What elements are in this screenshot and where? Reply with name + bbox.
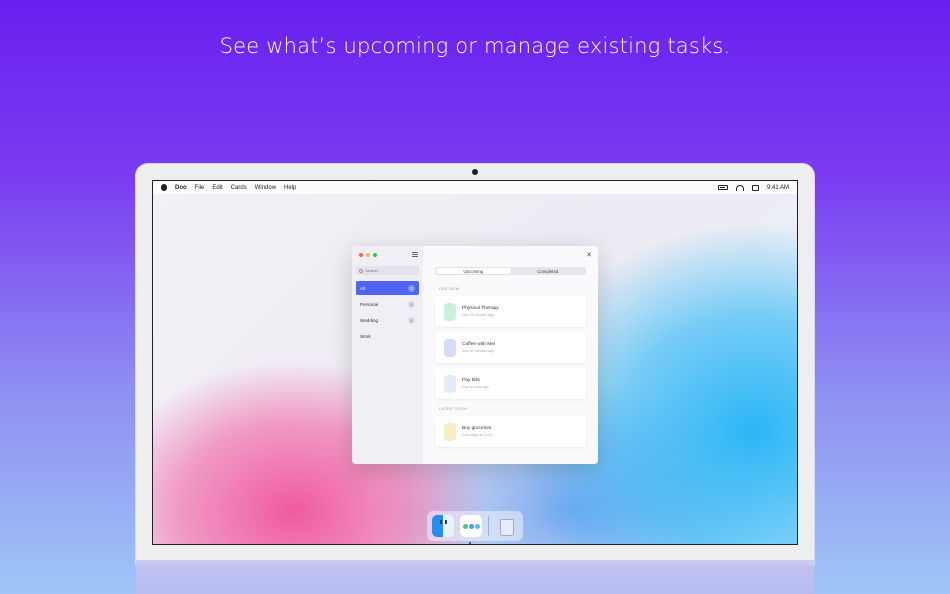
wifi-icon[interactable] xyxy=(735,184,744,191)
task-subtitle: Due an hour ago xyxy=(462,385,489,389)
tab-completed[interactable]: Completed xyxy=(511,268,586,274)
sidebar-item-label: Wedding xyxy=(360,317,379,323)
doo-app-icon[interactable] xyxy=(460,515,482,537)
task-title: Coffee with Mel xyxy=(462,342,495,347)
minimize-window-button[interactable] xyxy=(366,253,370,257)
menu-bar: Doo File Edit Cards Window Help 9:41 AM xyxy=(153,181,797,194)
sidebar-item-label: Personal xyxy=(360,301,379,307)
search-box[interactable] xyxy=(356,266,419,275)
camera-icon xyxy=(472,169,478,175)
menu-help[interactable]: Help xyxy=(284,185,296,191)
dock xyxy=(427,511,523,541)
trash-icon[interactable] xyxy=(495,515,517,537)
search-input[interactable] xyxy=(365,268,413,273)
sidebar-item-work[interactable]: Work xyxy=(356,329,419,343)
task-title: Buy groceries xyxy=(462,426,492,431)
menu-window[interactable]: Window xyxy=(255,185,276,191)
window-controls xyxy=(359,253,419,257)
sidebar-item-wedding[interactable]: Wedding 1 xyxy=(356,313,419,327)
apple-icon[interactable] xyxy=(161,184,167,191)
task-card[interactable]: Physical Therapy Due 25 minutes ago xyxy=(435,296,586,327)
task-color-swatch xyxy=(444,422,456,441)
sidebar-item-label: Work xyxy=(360,333,371,339)
task-color-swatch xyxy=(444,374,456,393)
task-color-swatch xyxy=(444,302,456,321)
dock-divider xyxy=(488,516,489,536)
control-center-icon[interactable] xyxy=(751,184,759,191)
main-panel: ✕ Upcoming Completed DUE NOW Physical Th… xyxy=(423,246,598,464)
search-icon xyxy=(359,268,363,273)
list-nav: All 3 Personal 2 Wedding 1 Work xyxy=(356,281,419,343)
task-title: Pay bills xyxy=(462,378,480,383)
section-title-later-today: LATER TODAY xyxy=(439,407,468,411)
laptop-base xyxy=(136,560,814,594)
task-color-swatch xyxy=(444,338,456,357)
count-badge: 1 xyxy=(408,316,415,324)
task-card[interactable]: Pay bills Due an hour ago xyxy=(435,368,586,399)
task-title: Physical Therapy xyxy=(462,306,499,311)
filter-icon[interactable] xyxy=(412,252,418,257)
task-card[interactable]: Buy groceries Due today at 21:24 xyxy=(435,416,586,447)
tab-upcoming[interactable]: Upcoming xyxy=(436,268,511,274)
running-indicator xyxy=(469,542,471,544)
task-subtitle: Due 25 minutes ago xyxy=(462,313,495,317)
battery-icon[interactable] xyxy=(717,185,728,190)
segmented-control: Upcoming Completed xyxy=(435,267,586,275)
menu-file[interactable]: File xyxy=(195,185,205,191)
sidebar-item-label: All xyxy=(360,285,366,291)
count-badge: 2 xyxy=(408,300,415,308)
task-subtitle: Due today at 21:24 xyxy=(462,433,493,437)
menu-cards[interactable]: Cards xyxy=(231,185,247,191)
headline: See what’s upcoming or manage existing t… xyxy=(219,34,731,58)
task-card[interactable]: Coffee with Mel Due 30 minutes ago xyxy=(435,332,586,363)
app-window: All 3 Personal 2 Wedding 1 Work ✕ Upco xyxy=(352,246,598,464)
section-title-due-now: DUE NOW xyxy=(439,287,460,291)
sidebar: All 3 Personal 2 Wedding 1 Work xyxy=(352,246,423,464)
menu-clock[interactable]: 9:41 AM xyxy=(767,185,789,191)
sidebar-item-all[interactable]: All 3 xyxy=(356,281,419,295)
task-subtitle: Due 30 minutes ago xyxy=(462,349,495,353)
count-badge: 3 xyxy=(408,284,415,292)
sidebar-item-personal[interactable]: Personal 2 xyxy=(356,297,419,311)
close-icon[interactable]: ✕ xyxy=(586,251,592,259)
menu-edit[interactable]: Edit xyxy=(212,185,222,191)
desktop-screen: Doo File Edit Cards Window Help 9:41 AM xyxy=(152,180,798,545)
close-window-button[interactable] xyxy=(359,253,363,257)
menu-app-name[interactable]: Doo xyxy=(175,185,187,191)
maximize-window-button[interactable] xyxy=(373,253,377,257)
finder-icon[interactable] xyxy=(432,515,454,537)
